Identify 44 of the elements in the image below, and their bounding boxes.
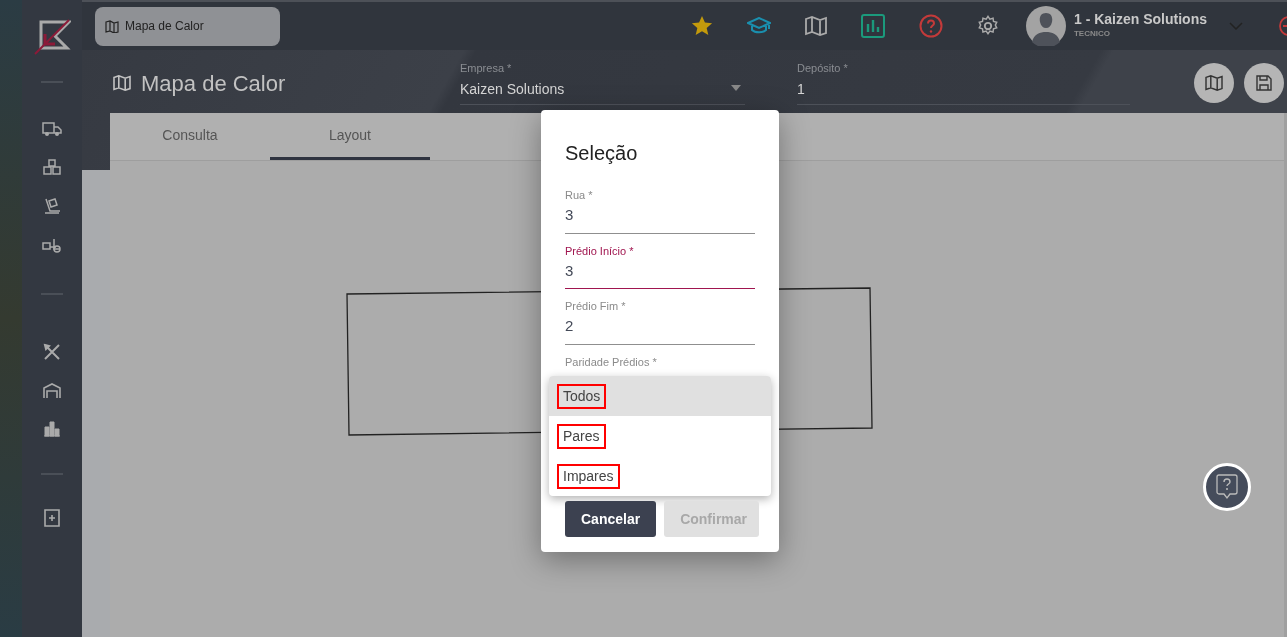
caret-icon[interactable]: [731, 84, 741, 91]
map-button[interactable]: [1194, 63, 1234, 103]
input-field[interactable]: 3: [565, 257, 755, 289]
settings-icon[interactable]: [977, 15, 999, 37]
field-label: Prédio Fim *: [565, 299, 627, 313]
breadcrumb-tab[interactable]: Mapa de Calor: [95, 6, 280, 46]
warehouse-icon[interactable]: [43, 383, 61, 399]
dropdown-option[interactable]: Pares: [549, 416, 771, 456]
tab[interactable]: Consulta: [110, 113, 270, 160]
field-label: Depósito *: [797, 61, 849, 76]
user-name: 1 - Kaizen Solutions: [1074, 12, 1207, 28]
logo-icon[interactable]: [33, 18, 71, 56]
graduation-cap-icon[interactable]: [747, 17, 771, 35]
map-icon[interactable]: [805, 16, 827, 36]
dropdown-option[interactable]: Todos: [549, 376, 771, 416]
dialog-title: Seleção: [565, 141, 639, 166]
add-document-icon[interactable]: [44, 509, 60, 527]
field-label: Prédio Início *: [565, 243, 635, 258]
chart-icon[interactable]: [861, 14, 885, 38]
map-icon: [1205, 75, 1223, 91]
save-button[interactable]: [1244, 63, 1284, 103]
star-icon[interactable]: [691, 15, 713, 37]
save-icon: [1256, 75, 1272, 91]
dropdown-option[interactable]: Impares: [549, 456, 771, 496]
boxes-icon[interactable]: [43, 159, 61, 175]
input-field[interactable]: 3: [565, 202, 755, 234]
company-select[interactable]: Kaizen Solutions: [460, 78, 731, 100]
truck-icon[interactable]: [42, 121, 62, 137]
warehouse-field[interactable]: 1: [797, 78, 1130, 100]
field-label: Empresa *: [460, 61, 513, 76]
help-icon: [1216, 474, 1238, 500]
forklift-icon[interactable]: [42, 237, 62, 253]
input-field[interactable]: 2: [565, 313, 755, 345]
user-role: TECNICO: [1074, 27, 1111, 40]
map-icon: [113, 75, 131, 91]
tab[interactable]: Layout: [270, 113, 430, 160]
avatar[interactable]: [1026, 6, 1066, 46]
hand-truck-icon[interactable]: [43, 197, 61, 215]
field-label: Paridade Prédios *: [565, 354, 658, 369]
cancel-button[interactable]: Cancelar: [565, 501, 657, 537]
bar-chart-icon[interactable]: [43, 421, 61, 437]
page-title: Mapa de Calor: [141, 70, 286, 98]
map-icon: [105, 19, 119, 33]
field-label: Rua *: [565, 188, 594, 202]
